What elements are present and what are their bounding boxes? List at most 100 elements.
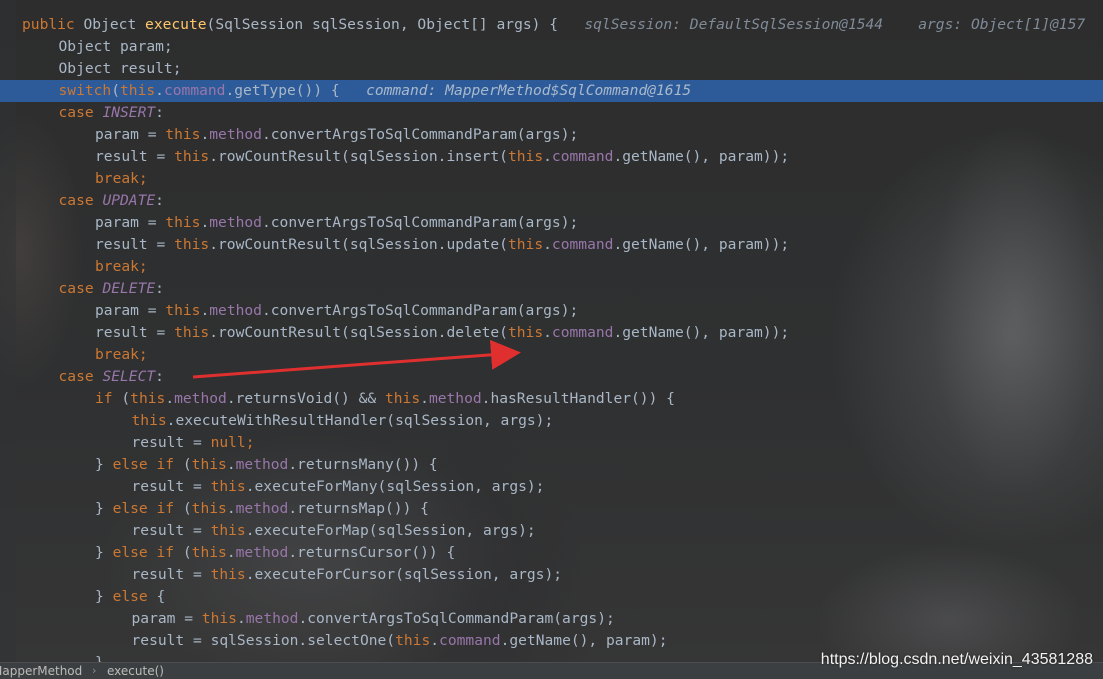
- code-token: case: [58, 192, 103, 209]
- code-token: (: [182, 456, 192, 473]
- code-token: .: [155, 82, 164, 99]
- code-line[interactable]: result = null;: [0, 432, 1103, 454]
- code-token: .convertArgsToSqlCommandParam(args);: [298, 610, 615, 627]
- code-token: }: [95, 500, 113, 517]
- code-line[interactable]: param = this.method.convertArgsToSqlComm…: [0, 124, 1103, 146]
- code-token: break;: [95, 346, 148, 363]
- code-token: }: [95, 456, 113, 473]
- code-token: method: [428, 390, 482, 407]
- code-token: this: [210, 522, 246, 539]
- code-line[interactable]: case INSERT:: [0, 102, 1103, 124]
- code-token: this: [165, 214, 201, 231]
- code-token: this: [191, 456, 227, 473]
- code-line[interactable]: } else {: [0, 586, 1103, 608]
- code-line[interactable]: } else if (this.method.returnsMany()) {: [0, 454, 1103, 476]
- code-token: break;: [95, 258, 148, 275]
- code-token: .: [165, 390, 175, 407]
- code-token: this: [210, 478, 246, 495]
- code-token: (: [182, 500, 192, 517]
- breadcrumb-class[interactable]: MapperMethod: [0, 663, 82, 679]
- code-line[interactable]: } else if (this.method.returnsCursor()) …: [0, 542, 1103, 564]
- code-token: .convertArgsToSqlCommandParam(args);: [261, 214, 579, 231]
- code-token: else if: [112, 544, 183, 561]
- debug-inline-value: sqlSession: DefaultSqlSession@1544 args:…: [558, 16, 1086, 33]
- code-line[interactable]: break;: [0, 168, 1103, 190]
- code-token: }: [95, 544, 113, 561]
- code-token: .executeWithResultHandler(sqlSession, ar…: [166, 412, 554, 429]
- code-token: this: [165, 302, 201, 319]
- code-token: if: [95, 390, 122, 407]
- breadcrumb-separator: ›: [92, 664, 97, 677]
- code-token: method: [209, 302, 262, 319]
- code-line[interactable]: Object result;: [0, 58, 1103, 80]
- code-line[interactable]: public Object execute(SqlSession sqlSess…: [0, 14, 1103, 36]
- code-line[interactable]: param = this.method.convertArgsToSqlComm…: [0, 608, 1103, 630]
- code-token: method: [235, 500, 289, 517]
- code-token: .returnsVoid() &&: [226, 390, 385, 407]
- code-token: .returnsMany()) {: [288, 456, 438, 473]
- code-token: this: [384, 390, 421, 407]
- code-line[interactable]: result = this.executeForMany(sqlSession,…: [0, 476, 1103, 498]
- code-token: INSERT: [102, 104, 156, 121]
- code-token: (: [111, 82, 121, 99]
- watermark-url: https://blog.csdn.net/weixin_43581288: [820, 651, 1093, 668]
- code-line[interactable]: case UPDATE:: [0, 190, 1103, 212]
- code-token: this: [191, 544, 227, 561]
- code-token: case: [58, 280, 103, 297]
- code-token: .returnsCursor()) {: [288, 544, 456, 561]
- code-token: method: [235, 544, 289, 561]
- code-token: public: [22, 16, 84, 33]
- code-token: .convertArgsToSqlCommandParam(args);: [261, 302, 579, 319]
- code-token: UPDATE: [102, 192, 156, 209]
- code-token: command: [551, 324, 614, 341]
- code-token: this: [191, 500, 227, 517]
- code-token: Object param;: [58, 38, 173, 55]
- code-token: param =: [95, 302, 166, 319]
- code-line[interactable]: break;: [0, 256, 1103, 278]
- code-line[interactable]: result = sqlSession.selectOne(this.comma…: [0, 630, 1103, 652]
- code-line[interactable]: result = this.executeForCursor(sqlSessio…: [0, 564, 1103, 586]
- code-editor[interactable]: public Object execute(SqlSession sqlSess…: [0, 14, 1103, 674]
- code-token: .: [226, 500, 236, 517]
- code-token: result =: [131, 566, 211, 583]
- code-token: this: [174, 236, 210, 253]
- code-line[interactable]: } else if (this.method.returnsMap()) {: [0, 498, 1103, 520]
- code-line[interactable]: break;: [0, 344, 1103, 366]
- code-line[interactable]: param = this.method.convertArgsToSqlComm…: [0, 212, 1103, 234]
- code-token: method: [209, 214, 262, 231]
- code-token: .: [200, 126, 210, 143]
- code-line[interactable]: result = this.rowCountResult(sqlSession.…: [0, 146, 1103, 168]
- code-token: this: [165, 126, 201, 143]
- code-token: :: [155, 192, 164, 209]
- code-token: else: [112, 588, 157, 605]
- code-line[interactable]: result = this.rowCountResult(sqlSession.…: [0, 322, 1103, 344]
- code-token: .: [420, 390, 429, 407]
- breadcrumb-method[interactable]: execute(): [107, 663, 164, 679]
- code-line[interactable]: param = this.method.convertArgsToSqlComm…: [0, 300, 1103, 322]
- code-line[interactable]: case DELETE:: [0, 278, 1103, 300]
- code-token: result =: [131, 434, 211, 451]
- code-token: .: [543, 148, 552, 165]
- code-token: command: [163, 82, 226, 99]
- code-token: (: [121, 390, 131, 407]
- code-token: this: [395, 632, 431, 649]
- code-token: this: [174, 324, 210, 341]
- code-token: .getName(), param));: [613, 324, 790, 341]
- code-token: this: [507, 148, 544, 165]
- code-line[interactable]: result = this.executeForMap(sqlSession, …: [0, 520, 1103, 542]
- code-token: this: [507, 324, 544, 341]
- code-token: .rowCountResult(sqlSession.update(: [209, 236, 508, 253]
- code-line[interactable]: result = this.rowCountResult(sqlSession.…: [0, 234, 1103, 256]
- code-line[interactable]: Object param;: [0, 36, 1103, 58]
- execution-point-line[interactable]: switch(this.command.getType()) { command…: [0, 80, 1103, 102]
- code-token: param =: [95, 126, 166, 143]
- code-token: .: [226, 544, 236, 561]
- code-token: method: [235, 456, 289, 473]
- code-line[interactable]: if (this.method.returnsVoid() && this.me…: [0, 388, 1103, 410]
- code-token: .getName(), param));: [613, 148, 790, 165]
- code-token: }: [95, 588, 113, 605]
- code-token: method: [174, 390, 227, 407]
- code-token: .getType()) {: [225, 82, 340, 99]
- code-line[interactable]: case SELECT:: [0, 366, 1103, 388]
- code-line[interactable]: this.executeWithResultHandler(sqlSession…: [0, 410, 1103, 432]
